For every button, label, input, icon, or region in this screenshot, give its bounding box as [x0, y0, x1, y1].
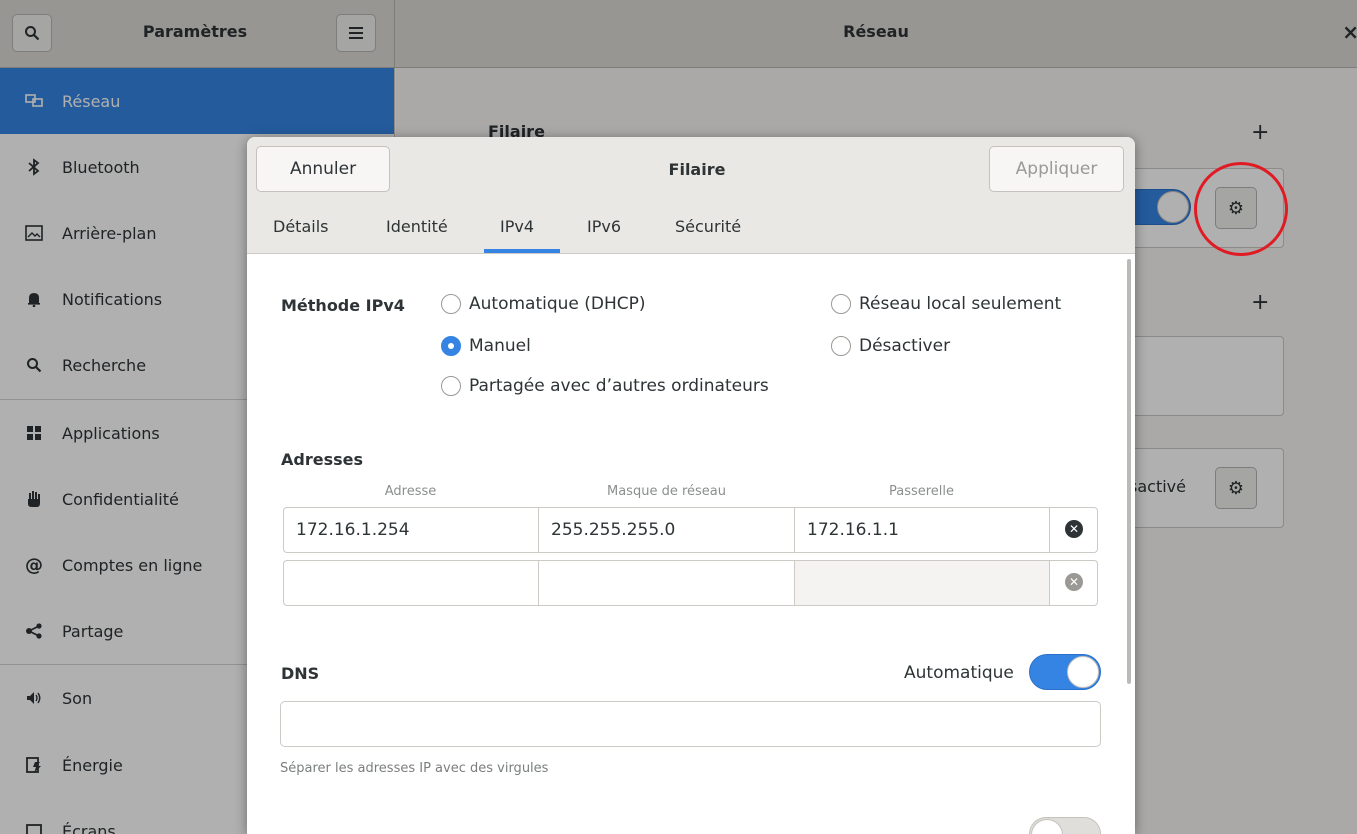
highlight-circle — [1194, 162, 1288, 256]
netmask-field[interactable]: 255.255.255.0 — [539, 508, 795, 552]
dns-hint: Séparer les adresses IP avec des virgule… — [280, 761, 549, 776]
gateway-field[interactable] — [795, 561, 1050, 605]
table-row: 172.16.1.254 255.255.255.0 172.16.1.1 ✕ — [283, 507, 1098, 553]
radio-indicator — [831, 294, 851, 314]
radio-label: Manuel — [469, 336, 531, 356]
ipv4-method-label: Méthode IPv4 — [281, 296, 405, 315]
radio-indicator — [831, 336, 851, 356]
method-shared-radio[interactable]: Partagée avec d’autres ordinateurs — [441, 376, 769, 396]
radio-label: Automatique (DHCP) — [469, 294, 646, 314]
method-auto-radio[interactable]: Automatique (DHCP) — [441, 294, 646, 314]
dns-auto-label: Automatique — [904, 663, 1014, 683]
netmask-field[interactable] — [539, 561, 795, 605]
delete-row-icon[interactable]: ✕ — [1065, 573, 1083, 591]
address-field[interactable]: 172.16.1.254 — [284, 508, 539, 552]
tab-identity[interactable]: Identité — [386, 217, 448, 236]
wired-settings-dialog: Annuler Filaire Appliquer Détails Identi… — [247, 137, 1135, 834]
method-disable-radio[interactable]: Désactiver — [831, 336, 950, 356]
routes-auto-toggle[interactable] — [1029, 817, 1101, 834]
active-tab-indicator — [484, 249, 560, 253]
addresses-label: Adresses — [281, 450, 363, 469]
method-manual-radio[interactable]: Manuel — [441, 336, 531, 356]
dialog-tabs: Détails Identité IPv4 IPv6 Sécurité — [247, 203, 1135, 254]
radio-indicator — [441, 376, 461, 396]
method-local-radio[interactable]: Réseau local seulement — [831, 294, 1061, 314]
tab-security[interactable]: Sécurité — [675, 217, 741, 236]
radio-indicator — [441, 294, 461, 314]
tab-details[interactable]: Détails — [273, 217, 328, 236]
radio-label: Réseau local seulement — [859, 294, 1062, 314]
dns-input[interactable] — [280, 701, 1101, 747]
tab-ipv6[interactable]: IPv6 — [587, 217, 621, 236]
tab-ipv4[interactable]: IPv4 — [500, 217, 534, 236]
dns-label: DNS — [281, 664, 320, 683]
cancel-button[interactable]: Annuler — [256, 146, 390, 192]
dialog-title: Filaire — [668, 160, 726, 179]
dialog-header: Annuler Filaire Appliquer Détails Identi… — [247, 137, 1135, 254]
column-header: Adresse — [384, 484, 437, 499]
delete-row-icon[interactable]: ✕ — [1065, 520, 1083, 538]
apply-button[interactable]: Appliquer — [989, 146, 1124, 192]
column-header: Masque de réseau — [607, 484, 726, 499]
radio-label: Désactiver — [859, 336, 951, 356]
scrollbar[interactable] — [1127, 259, 1131, 684]
gateway-field[interactable]: 172.16.1.1 — [795, 508, 1050, 552]
table-row: ✕ — [283, 560, 1098, 606]
dns-auto-toggle[interactable] — [1029, 654, 1101, 690]
column-header: Passerelle — [888, 484, 955, 499]
radio-label: Partagée avec d’autres ordinateurs — [469, 376, 769, 396]
address-field[interactable] — [284, 561, 539, 605]
radio-indicator — [441, 336, 461, 356]
